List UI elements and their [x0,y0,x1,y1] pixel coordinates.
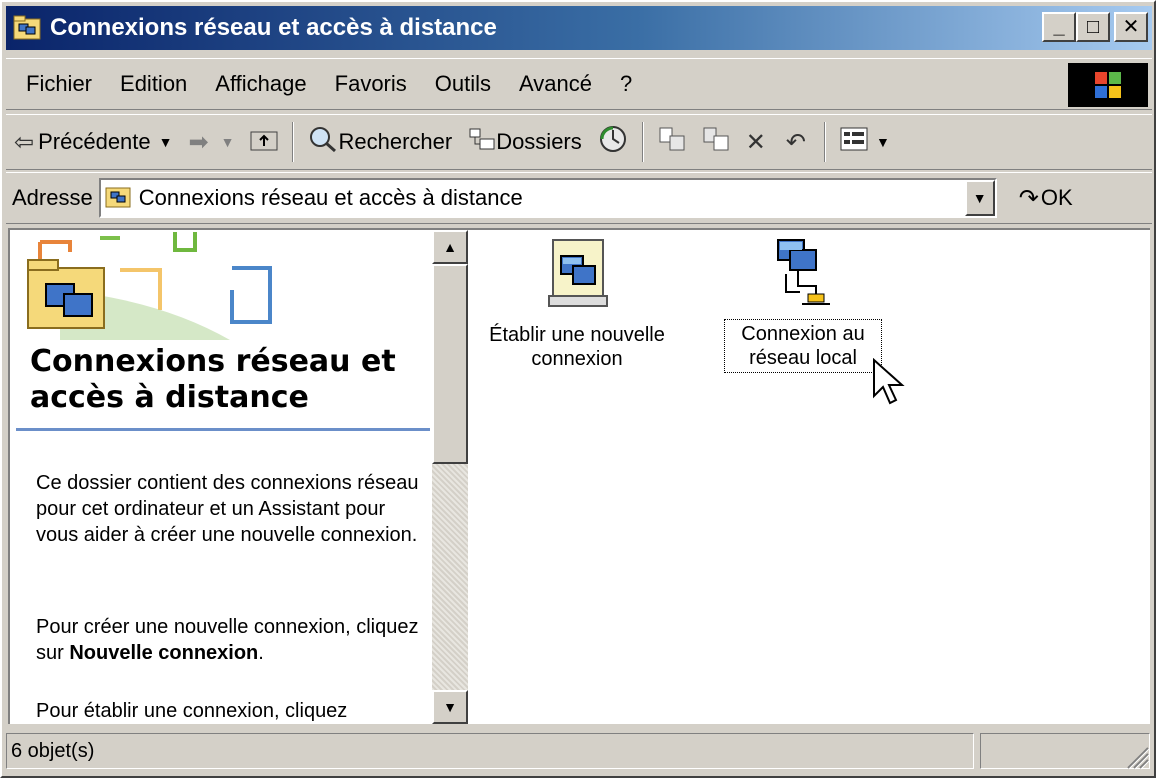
undo-button[interactable]: ↶ [778,128,818,157]
network-folder-icon [12,13,42,43]
delete-button[interactable]: ✕ [738,128,778,157]
toolbar: ⇦ Précédente ▼ ➡ ▼ Rechercher Dossiers ✕… [6,114,1152,170]
undo-icon: ↶ [785,128,806,156]
views-button[interactable]: ▼ [832,127,898,157]
forward-arrow-icon: ➡ [188,128,209,156]
toolbar-separator [823,122,826,162]
scroll-up-icon: ▲ [443,239,457,255]
maximize-button[interactable]: □ [1076,12,1110,42]
minimize-button[interactable]: _ [1042,12,1076,42]
views-dropdown-icon[interactable]: ▼ [876,134,890,150]
panel-divider [16,428,430,431]
address-bar: Adresse Connexions réseau et accès à dis… [6,172,1152,224]
menu-bar: Fichier Edition Affichage Favoris Outils… [6,58,1152,110]
chevron-down-icon: ▼ [972,190,987,206]
folders-label: Dossiers [496,129,582,154]
mouse-cursor-icon [872,357,906,411]
new-connection-wizard-icon [545,234,609,319]
close-icon: ✕ [1122,16,1140,38]
back-dropdown-icon[interactable]: ▼ [159,134,173,150]
scroll-down-button[interactable]: ▼ [432,690,468,724]
toolbar-separator [641,122,644,162]
scroll-thumb[interactable] [432,264,468,464]
panel-new-connection-hint: Pour créer une nouvelle connexion, cliqu… [36,614,426,666]
copy-to-icon [702,126,730,158]
back-button[interactable]: ⇦ Précédente ▼ [6,128,181,157]
go-label: OK [1040,185,1073,210]
move-to-icon [658,126,686,158]
scroll-up-button[interactable]: ▲ [432,230,468,264]
up-folder-icon [250,127,278,157]
title-bar[interactable]: Connexions réseau et accès à distance _ … [6,6,1152,50]
resize-grip-icon[interactable] [1122,742,1150,770]
address-value: Connexions réseau et accès à distance [138,185,523,210]
go-button[interactable]: ↷ OK [1019,184,1073,213]
panel-banner-graphic [27,232,272,340]
minimize-icon: _ [1053,16,1065,38]
scroll-down-icon: ▼ [443,699,457,715]
up-folder-button[interactable] [242,127,286,157]
views-icon [840,127,868,157]
item-lan-connection[interactable]: Connexion au réseau local [718,234,888,373]
delete-icon: ✕ [745,128,766,156]
new-connection-link[interactable]: Nouvelle connexion [69,642,258,664]
toolbar-separator [292,122,295,162]
address-folder-icon [101,183,131,214]
search-button[interactable]: Rechercher [300,125,460,159]
history-button[interactable] [590,124,636,160]
panel-establish-hint: Pour établir une connexion, cliquez [36,700,348,722]
go-arrow-icon: ↷ [1018,184,1039,212]
search-label: Rechercher [338,129,453,154]
status-object-count: 6 objet(s) [6,733,974,769]
menu-help[interactable]: ? [606,71,646,97]
menu-avance[interactable]: Avancé [505,71,606,97]
history-icon [598,124,628,160]
menu-affichage[interactable]: Affichage [201,71,320,97]
lan-connection-icon [768,234,838,319]
move-to-button[interactable] [650,126,694,158]
explorer-window: Connexions réseau et accès à distance _ … [0,0,1156,778]
address-dropdown-button[interactable]: ▼ [964,180,995,216]
window-title: Connexions réseau et accès à distance [50,14,497,41]
back-arrow-icon: ⇦ [14,128,35,156]
address-label: Adresse [12,185,93,210]
left-panel-scrollbar[interactable]: ▲ ▼ [432,230,468,724]
item-label: Connexion au réseau local [724,319,882,373]
maximize-icon: □ [1086,16,1100,38]
web-view-panel: Connexions réseau et accès à distance Ce… [10,230,430,724]
forward-button[interactable]: ➡ ▼ [181,128,243,157]
folders-button[interactable]: Dossiers [460,126,590,158]
status-bar: 6 objet(s) [6,730,1152,772]
content-area: Connexions réseau et accès à distance Ce… [8,228,1150,724]
item-label: Établir une nouvelle connexion [489,324,665,370]
menu-favoris[interactable]: Favoris [321,71,421,97]
menu-edition[interactable]: Edition [106,71,201,97]
back-label: Précédente [38,129,151,154]
panel-heading: Connexions réseau et accès à distance [30,344,396,415]
item-new-connection[interactable]: Établir une nouvelle connexion [470,234,684,371]
close-button[interactable]: ✕ [1114,12,1148,42]
search-icon [308,125,338,159]
windows-logo-icon [1068,63,1148,107]
forward-dropdown-icon[interactable]: ▼ [221,134,235,150]
hint-text-end: . [258,642,264,664]
copy-to-button[interactable] [694,126,738,158]
menu-outils[interactable]: Outils [421,71,505,97]
folders-icon [468,126,496,158]
panel-description: Ce dossier contient des connexions résea… [36,472,419,546]
menu-fichier[interactable]: Fichier [6,71,106,97]
address-field[interactable]: Connexions réseau et accès à distance ▼ [98,178,997,218]
